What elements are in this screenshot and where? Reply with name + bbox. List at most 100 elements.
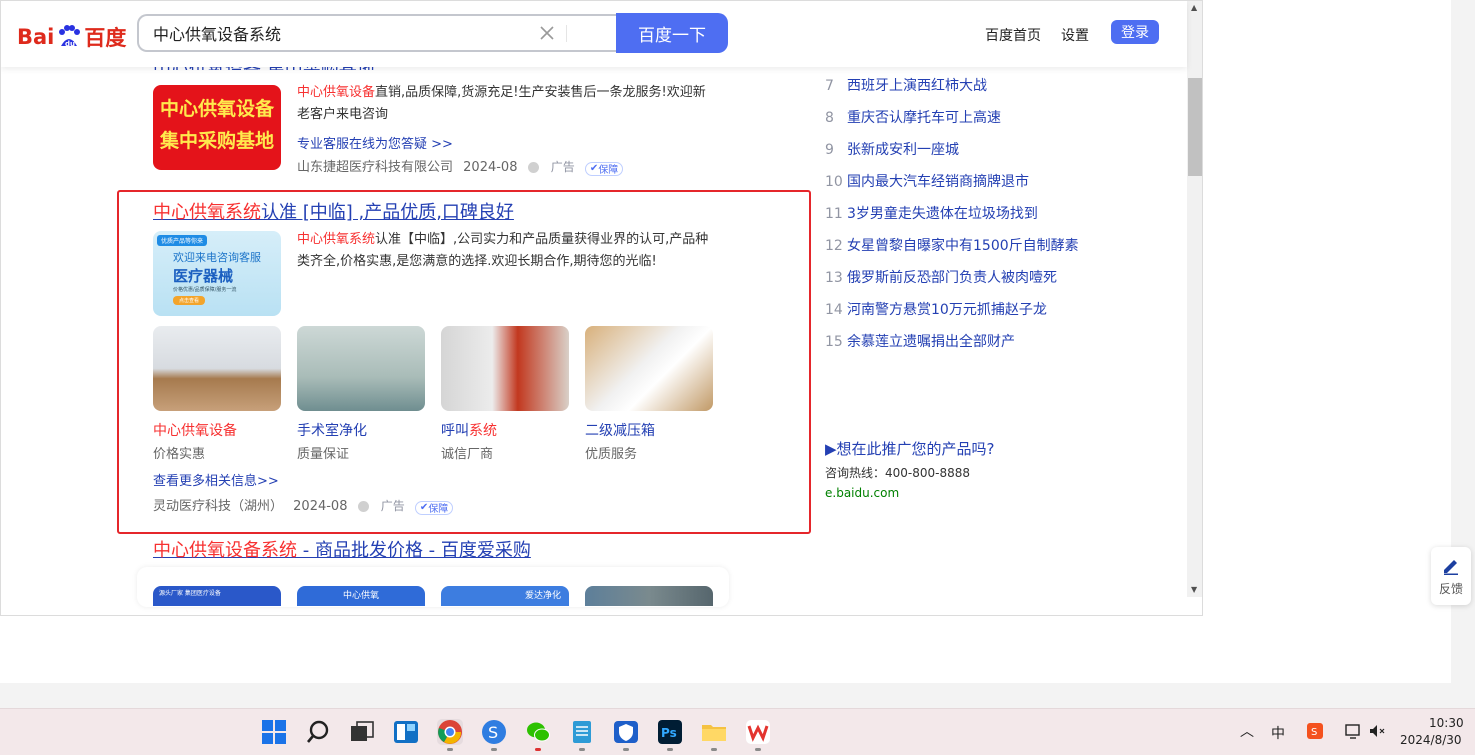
clock-date[interactable]: 2024/8/30 — [1400, 733, 1462, 747]
hot-search-item[interactable]: 8 重庆否认摩托车可上高速 — [825, 107, 1001, 127]
ad2-company[interactable]: 灵动医疗科技（湖州） — [153, 499, 283, 514]
search-header: Bai du 百度 百度一下 百度首页 设置 登录 — [1, 1, 1187, 67]
hot-search-item[interactable]: 12 女星曾黎自曝家中有1500斤自制酵素 — [825, 235, 1079, 255]
hot-item-text: 女星曾黎自曝家中有1500斤自制酵素 — [847, 238, 1079, 254]
hot-rank-number: 14 — [825, 302, 843, 318]
folder-icon[interactable] — [701, 719, 727, 745]
thumb-sub-3: 诚信厂商 — [441, 447, 494, 462]
guard-badge[interactable]: ✔ 保障 — [414, 500, 454, 515]
sogou-icon[interactable]: S — [481, 719, 507, 745]
hot-item-text: 国内最大汽车经销商摘牌退市 — [847, 174, 1029, 190]
tb-indicator — [535, 748, 541, 751]
promo-site[interactable]: e.baidu.com — [825, 486, 995, 500]
chevron-up-icon[interactable]: ︿ — [1240, 721, 1254, 741]
info-icon[interactable] — [357, 501, 369, 512]
svg-text:Ps: Ps — [661, 726, 677, 740]
ad3-title[interactable]: 中心供氧设备系统 - 商品批发价格 - 百度爱采购 — [153, 536, 531, 562]
ad2-meta: 灵动医疗科技（湖州） 2024-08 广告 ✔ 保障 — [153, 495, 454, 515]
widgets-icon[interactable] — [393, 719, 419, 745]
hot-item-text: 余慕莲立遗嘱捐出全部财产 — [847, 334, 1015, 350]
ad2-description: 中心供氧系统认准【中临】,公司实力和产品质量获得业界的认可,产品种类齐全,价格实… — [297, 232, 709, 269]
ad1-image[interactable]: 中心供氧设备 集中采购基地 — [153, 85, 281, 170]
ad3-banner-3[interactable]: 爱达净化 — [441, 586, 569, 606]
svg-text:du: du — [65, 40, 75, 48]
tb-indicator — [711, 748, 717, 751]
hot-search-item[interactable]: 7 西班牙上演西红柿大战 — [825, 75, 987, 95]
search-box — [137, 14, 617, 52]
hot-item-text: 重庆否认摩托车可上高速 — [847, 110, 1001, 126]
sogou-tray-icon[interactable]: S — [1306, 722, 1324, 744]
ad3-banner-4[interactable] — [585, 586, 713, 606]
promo-block: ▶想在此推广您的产品吗? 咨询热线：400-800-8888 e.baidu.c… — [825, 438, 995, 500]
thumb-title-4[interactable]: 二级减压箱 — [585, 420, 655, 440]
hot-search-item[interactable]: 10 国内最大汽车经销商摘牌退市 — [825, 171, 1029, 191]
ad2-more-link[interactable]: 查看更多相关信息>> — [153, 470, 279, 489]
thumb-sub-4: 优质服务 — [585, 447, 638, 462]
ime-indicator[interactable]: 中 — [1271, 723, 1285, 743]
scroll-down-arrow-icon[interactable]: ▼ — [1191, 585, 1197, 594]
hot-item-text: 3岁男童走失遗体在垃圾场找到 — [847, 206, 1038, 222]
security-shield-icon[interactable] — [613, 719, 639, 745]
tb-indicator — [623, 748, 629, 751]
network-icon[interactable] — [1344, 722, 1362, 744]
hot-search-item[interactable]: 13 俄罗斯前反恐部门负责人被肉噎死 — [825, 267, 1057, 287]
hot-search-item[interactable]: 14 河南警方悬赏10万元抓捕赵子龙 — [825, 299, 1047, 319]
search-separator — [566, 25, 567, 42]
feedback-label: 反馈 — [1438, 582, 1463, 596]
notepad-icon[interactable] — [569, 719, 595, 745]
wechat-icon[interactable] — [525, 719, 551, 745]
hot-item-text: 河南警方悬赏10万元抓捕赵子龙 — [847, 302, 1047, 318]
hot-rank-number: 12 — [825, 238, 843, 254]
ad2-banner-image[interactable]: 优质产品等你来 欢迎来电咨询客服 医疗器械 价格优惠/品质保障/服务一流 点击查… — [153, 231, 281, 316]
ad1-meta: 山东捷超医疗科技有限公司 2024-08 广告 ✔ 保障 — [297, 156, 624, 176]
search-button[interactable]: 百度一下 — [616, 13, 728, 53]
scrollbar-thumb[interactable] — [1188, 78, 1202, 176]
ad3-banner-2[interactable]: 中心供氧 — [297, 586, 425, 606]
thumb-title-3[interactable]: 呼叫系统 — [441, 420, 497, 440]
ad1-company[interactable]: 山东捷超医疗科技有限公司 — [297, 160, 453, 175]
thumb-image-operating-room[interactable] — [297, 326, 425, 411]
thumb-sub-2: 质量保证 — [297, 447, 350, 462]
promo-title[interactable]: ▶想在此推广您的产品吗? — [825, 438, 995, 459]
clock-time[interactable]: 10:30 — [1429, 716, 1464, 730]
hot-item-text: 西班牙上演西红柿大战 — [847, 78, 987, 94]
thumb-title-2[interactable]: 手术室净化 — [297, 420, 367, 440]
ad2-title[interactable]: 中心供氧系统认准 [中临] ,产品优质,口碑良好 — [153, 198, 514, 224]
tb-indicator — [447, 748, 453, 751]
search-icon[interactable] — [305, 719, 331, 745]
windows-start-icon[interactable] — [261, 719, 287, 745]
ad3-banner-1[interactable]: 源头厂家 集团医疗设备 — [153, 586, 281, 606]
thumb-image-pressure-box[interactable] — [585, 326, 713, 411]
nav-settings-link[interactable]: 设置 — [1061, 25, 1089, 45]
hot-search-item[interactable]: 15 余慕莲立遗嘱捐出全部财产 — [825, 331, 1015, 351]
search-input[interactable] — [153, 16, 533, 50]
ad1-link[interactable]: 专业客服在线为您答疑 >> — [297, 133, 453, 152]
svg-text:S: S — [488, 723, 498, 742]
scroll-up-arrow-icon[interactable]: ▲ — [1191, 3, 1197, 12]
hot-search-item[interactable]: 11 3岁男童走失遗体在垃圾场找到 — [825, 203, 1038, 223]
hot-search-item[interactable]: 9 张新成安利一座城 — [825, 139, 959, 159]
hot-rank-number: 15 — [825, 334, 843, 350]
guard-badge[interactable]: ✔ 保障 — [584, 161, 624, 176]
task-view-icon[interactable] — [349, 719, 375, 745]
feedback-button[interactable]: 反馈 — [1431, 547, 1471, 605]
promo-hotline: 咨询热线：400-800-8888 — [825, 466, 971, 480]
hot-item-text: 俄罗斯前反恐部门负责人被肉噎死 — [847, 270, 1057, 286]
thumb-title-1[interactable]: 中心供氧设备 — [153, 420, 237, 440]
login-button[interactable]: 登录 — [1111, 20, 1159, 44]
hot-rank-number: 8 — [825, 110, 834, 126]
baidu-logo[interactable]: Bai du 百度 — [17, 23, 126, 51]
photoshop-icon[interactable]: Ps — [657, 719, 683, 745]
thumb-image-call-system[interactable] — [441, 326, 569, 411]
chrome-icon[interactable] — [437, 719, 463, 745]
wps-icon[interactable] — [745, 719, 771, 745]
hot-rank-number: 7 — [825, 78, 834, 94]
tb-indicator — [755, 748, 761, 751]
hot-rank-number: 10 — [825, 174, 843, 190]
info-icon[interactable] — [527, 162, 539, 173]
nav-home-link[interactable]: 百度首页 — [985, 25, 1041, 45]
close-icon[interactable] — [537, 23, 557, 43]
page-scrollbar[interactable]: ▲ ▼ — [1187, 1, 1202, 597]
volume-muted-icon[interactable] — [1368, 722, 1386, 744]
thumb-image-oxygen-equipment[interactable] — [153, 326, 281, 411]
